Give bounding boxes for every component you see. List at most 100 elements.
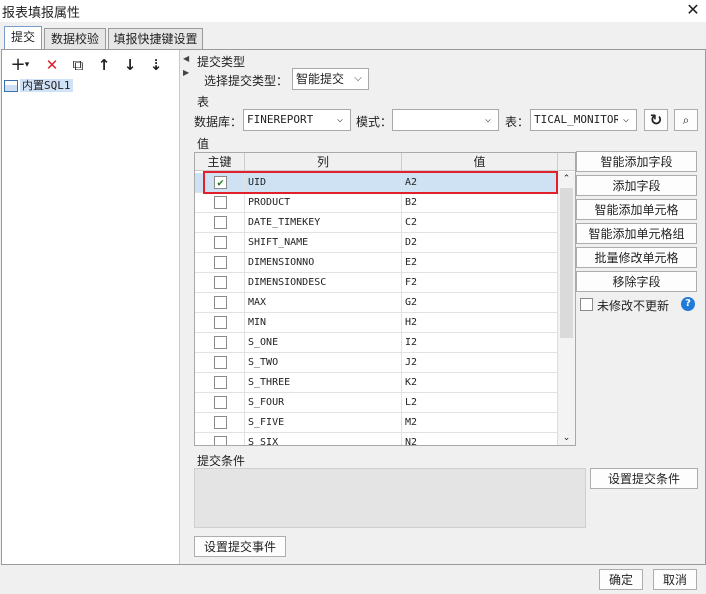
chevron-down-icon: ⌵ — [618, 110, 634, 130]
header-value[interactable]: 值 — [402, 153, 558, 171]
column-cell[interactable]: MAX — [245, 293, 402, 313]
header-filler — [558, 153, 576, 171]
splitter[interactable]: ◀ ▶ — [181, 50, 193, 564]
key-cell — [195, 313, 245, 333]
value-cell[interactable]: H2 — [402, 313, 558, 333]
primary-key-checkbox[interactable] — [214, 256, 227, 269]
expand-right-icon[interactable]: ▶ — [183, 68, 189, 77]
column-cell[interactable]: S_SIX — [245, 433, 402, 446]
primary-key-checkbox[interactable] — [214, 336, 227, 349]
preview-icon[interactable]: ⌕ — [674, 109, 698, 131]
value-cell[interactable]: L2 — [402, 393, 558, 413]
value-cell[interactable]: G2 — [402, 293, 558, 313]
value-cell[interactable]: N2 — [402, 433, 558, 446]
primary-key-checkbox[interactable] — [214, 396, 227, 409]
tree-item-label: 内置SQL1 — [20, 79, 73, 92]
primary-key-checkbox[interactable] — [214, 296, 227, 309]
schema-select[interactable]: ⌵ — [392, 109, 499, 131]
close-icon[interactable]: ✕ — [684, 0, 702, 20]
table-row[interactable]: S_SIXN2 — [195, 433, 558, 446]
key-cell — [195, 393, 245, 413]
value-cell[interactable]: B2 — [402, 193, 558, 213]
column-cell[interactable]: S_FOUR — [245, 393, 402, 413]
set-event-button[interactable]: 设置提交事件 — [194, 536, 286, 557]
header-key[interactable]: 主键 — [195, 153, 245, 171]
value-cell[interactable]: I2 — [402, 333, 558, 353]
tab-submit[interactable]: 提交 — [4, 26, 42, 50]
primary-key-checkbox[interactable] — [214, 356, 227, 369]
smart-add-cell-button[interactable]: 智能添加单元格 — [576, 199, 697, 220]
table-row[interactable]: S_THREEK2 — [195, 373, 558, 393]
primary-key-checkbox[interactable] — [214, 216, 227, 229]
copy-icon[interactable]: ⧉ — [68, 55, 88, 75]
scroll-thumb[interactable] — [560, 188, 573, 338]
column-cell[interactable]: DATE_TIMEKEY — [245, 213, 402, 233]
primary-key-checkbox[interactable] — [214, 276, 227, 289]
table-row[interactable]: S_FIVEM2 — [195, 413, 558, 433]
table-row[interactable]: MINH2 — [195, 313, 558, 333]
header-column[interactable]: 列 — [245, 153, 402, 171]
column-cell[interactable]: SHIFT_NAME — [245, 233, 402, 253]
value-cell[interactable]: K2 — [402, 373, 558, 393]
column-cell[interactable]: S_ONE — [245, 333, 402, 353]
primary-key-checkbox[interactable] — [214, 196, 227, 209]
table-row[interactable]: PRODUCTB2 — [195, 193, 558, 213]
value-cell[interactable]: J2 — [402, 353, 558, 373]
table-row[interactable]: S_ONEI2 — [195, 333, 558, 353]
value-cell[interactable]: C2 — [402, 213, 558, 233]
table-scrollbar[interactable]: ⌃ ⌄ — [557, 172, 575, 445]
set-condition-button[interactable]: 设置提交条件 — [590, 468, 698, 489]
submit-type-section: 提交类型 — [197, 53, 245, 70]
key-cell — [195, 253, 245, 273]
ok-button[interactable]: 确定 — [599, 569, 643, 590]
smart-add-field-button[interactable]: 智能添加字段 — [576, 151, 697, 172]
remove-field-button[interactable]: 移除字段 — [576, 271, 697, 292]
no-update-checkbox[interactable] — [580, 298, 593, 311]
delete-icon[interactable]: ✕ — [42, 55, 62, 75]
table-row[interactable]: DIMENSIONNOE2 — [195, 253, 558, 273]
value-cell[interactable]: E2 — [402, 253, 558, 273]
scroll-up-icon[interactable]: ⌃ — [558, 172, 575, 186]
column-cell[interactable]: DIMENSIONNO — [245, 253, 402, 273]
column-cell[interactable]: S_FIVE — [245, 413, 402, 433]
add-field-button[interactable]: 添加字段 — [576, 175, 697, 196]
primary-key-checkbox[interactable] — [214, 416, 227, 429]
refresh-icon[interactable]: ↻ — [644, 109, 668, 131]
primary-key-checkbox[interactable] — [214, 316, 227, 329]
add-dropdown-icon[interactable]: ▾ — [22, 55, 32, 75]
table-row[interactable]: DIMENSIONDESCF2 — [195, 273, 558, 293]
database-value: FINEREPORT — [247, 113, 313, 126]
value-cell[interactable]: M2 — [402, 413, 558, 433]
primary-key-checkbox[interactable] — [214, 436, 227, 446]
column-cell[interactable]: PRODUCT — [245, 193, 402, 213]
value-cell[interactable]: F2 — [402, 273, 558, 293]
column-cell[interactable]: S_TWO — [245, 353, 402, 373]
value-cell[interactable]: D2 — [402, 233, 558, 253]
table-select[interactable]: TICAL_MONITOR ⌵ — [530, 109, 637, 131]
smart-add-cell-group-button[interactable]: 智能添加单元格组 — [576, 223, 697, 244]
column-cell[interactable]: MIN — [245, 313, 402, 333]
table-row[interactable]: SHIFT_NAMED2 — [195, 233, 558, 253]
cancel-button[interactable]: 取消 — [653, 569, 697, 590]
move-down-icon[interactable]: ↓ — [120, 55, 140, 75]
submit-type-select[interactable]: 智能提交 ⌵ — [292, 68, 369, 90]
sort-icon[interactable]: ⇣ — [146, 55, 166, 75]
table-row[interactable]: S_TWOJ2 — [195, 353, 558, 373]
tab-data-validation[interactable]: 数据校验 — [44, 28, 106, 50]
database-select[interactable]: FINEREPORT ⌵ — [243, 109, 351, 131]
chevron-down-icon: ⌵ — [350, 69, 366, 89]
table-row[interactable]: S_FOURL2 — [195, 393, 558, 413]
scroll-down-icon[interactable]: ⌄ — [558, 431, 575, 445]
primary-key-checkbox[interactable] — [214, 376, 227, 389]
tab-shortcut-settings[interactable]: 填报快捷键设置 — [108, 28, 203, 50]
batch-modify-cell-button[interactable]: 批量修改单元格 — [576, 247, 697, 268]
move-up-icon[interactable]: ↑ — [94, 55, 114, 75]
column-cell[interactable]: S_THREE — [245, 373, 402, 393]
primary-key-checkbox[interactable] — [214, 236, 227, 249]
table-row[interactable]: MAXG2 — [195, 293, 558, 313]
column-cell[interactable]: DIMENSIONDESC — [245, 273, 402, 293]
collapse-left-icon[interactable]: ◀ — [183, 54, 189, 63]
tree-item-sql[interactable]: 内置SQL1 — [4, 78, 73, 94]
table-row[interactable]: DATE_TIMEKEYC2 — [195, 213, 558, 233]
help-icon[interactable]: ? — [681, 297, 695, 311]
